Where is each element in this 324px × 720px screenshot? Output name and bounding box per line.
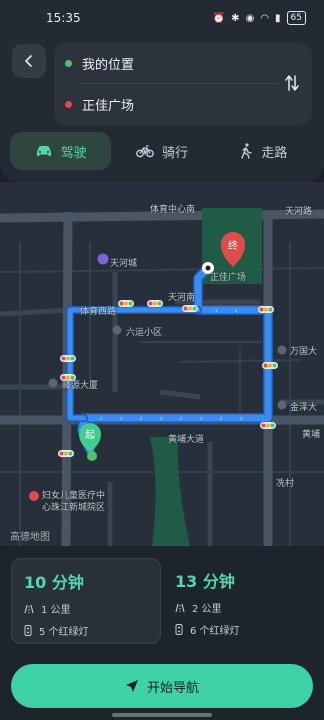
route-traffic-lights: 5 个红绿灯	[39, 627, 89, 638]
map-label: 天河南	[168, 293, 196, 303]
map-label: 六运小区	[126, 328, 163, 338]
car-icon	[36, 146, 51, 156]
navigation-arrow-icon	[125, 680, 138, 692]
back-button[interactable]	[12, 44, 46, 78]
route-distance-row: 1 公里	[24, 601, 71, 616]
route-options-sheet: 10 分钟 1 公里 5 个红绿灯 13 分钟 2 公里 6 个红绿灯 开始导航	[0, 546, 324, 720]
battery-indicator: 65	[286, 11, 306, 25]
tab-walk[interactable]: 走路	[213, 132, 314, 170]
route-lights-row: 6 个红绿灯	[175, 622, 240, 637]
svg-text:›: ›	[200, 415, 203, 423]
route-duration: 10 分钟	[24, 573, 84, 592]
tab-bicycle-label: 骑行	[161, 145, 188, 161]
walking-icon	[241, 143, 253, 159]
status-icons: ⏰ ✱ ◉ ◠ ▮ 65	[213, 11, 306, 25]
end-marker-label: 终	[228, 239, 238, 252]
building-poi-icon	[277, 400, 287, 410]
route-lights-row: 5 个红绿灯	[24, 623, 89, 638]
origin-field[interactable]: 我的位置	[54, 43, 274, 83]
road-icon	[24, 604, 34, 613]
map-label: 正佳广场	[210, 273, 247, 283]
svg-text:›: ›	[160, 415, 163, 423]
alarm-icon: ⏰	[212, 12, 226, 24]
tab-walk-label: 走路	[261, 145, 288, 161]
home-indicator[interactable]	[112, 713, 212, 717]
destination-field[interactable]: 正佳广场	[54, 84, 274, 124]
chevron-left-icon	[25, 55, 32, 67]
origin-text: 我的位置	[82, 57, 135, 73]
mall-poi-icon	[97, 253, 109, 265]
svg-text:›: ›	[220, 415, 223, 423]
route-option-card[interactable]: 13 分钟 2 公里 6 个红绿灯	[163, 558, 313, 644]
route-box: 我的位置 正佳广场	[54, 43, 312, 125]
route-distance-row: 2 公里	[175, 600, 222, 615]
tab-drive[interactable]: 驾驶	[10, 132, 112, 170]
route-duration: 13 分钟	[175, 572, 235, 591]
residential-poi-icon	[112, 325, 122, 335]
map-label: 峰源大厦	[62, 381, 99, 391]
svg-text:›: ›	[140, 415, 143, 423]
svg-text:›: ›	[240, 415, 243, 423]
status-time: 15:35	[46, 11, 81, 25]
signal-icon: ▮	[275, 12, 281, 24]
map-label: 天河路	[285, 207, 313, 217]
map-label: 冼村	[276, 479, 295, 489]
map-label: 体育西路	[80, 307, 117, 317]
route-input-panel: 我的位置 正佳广场 驾驶 骑行 走路	[0, 36, 324, 182]
bluetooth-icon: ✱	[231, 12, 240, 24]
map-label: 体育中心南	[150, 205, 196, 215]
travel-mode-tabs: 驾驶 骑行 走路	[10, 132, 314, 170]
start-navigation-button[interactable]: 开始导航	[11, 664, 313, 708]
route-traffic-lights: 6 个红绿灯	[190, 626, 240, 637]
road-icon	[175, 603, 185, 612]
map-label: 天河城	[110, 259, 138, 269]
location-icon: ◉	[245, 12, 255, 24]
tab-bicycle[interactable]: 骑行	[111, 132, 212, 170]
start-marker-label: 起	[85, 429, 95, 441]
green-strip	[150, 437, 190, 546]
hospital-poi-icon	[29, 491, 39, 501]
svg-text:›: ›	[100, 415, 103, 423]
map-label: 黄埔大道	[168, 435, 205, 445]
bicycle-icon	[136, 145, 154, 158]
map-view[interactable]: › › › › › › › › ‹ ‹ 终 起 体育中心南 天河路 天河城 体育…	[0, 182, 324, 546]
svg-text:‹: ‹	[215, 307, 218, 315]
destination-dot-icon	[65, 100, 72, 108]
status-bar: 15:35 ⏰ ✱ ◉ ◠ ▮ 65	[0, 0, 324, 36]
map-label: 金泽大	[290, 403, 318, 413]
route-distance: 1 公里	[41, 605, 71, 616]
origin-dot-icon	[65, 59, 72, 67]
start-pin: 起	[79, 422, 102, 461]
building-poi-icon	[277, 345, 287, 355]
swap-icon	[285, 75, 299, 91]
tab-drive-label: 驾驶	[60, 145, 87, 161]
map-brand-logo: 高德地图	[10, 532, 50, 543]
svg-text:›: ›	[180, 415, 183, 423]
route-distance: 2 公里	[192, 604, 222, 615]
svg-text:‹: ‹	[235, 307, 238, 315]
traffic-light-icon	[24, 625, 32, 636]
route-arrows: › › › › › › › › ‹ ‹	[100, 307, 243, 423]
map-label: 万国大	[290, 347, 318, 357]
building-poi-icon	[48, 378, 58, 388]
swap-button[interactable]	[280, 70, 304, 96]
map-label: 黄埔	[302, 430, 321, 440]
wifi-icon: ◠	[260, 12, 270, 24]
start-navigation-label: 开始导航	[146, 680, 199, 696]
route-option-card[interactable]: 10 分钟 1 公里 5 个红绿灯	[11, 558, 161, 644]
traffic-light-icon	[175, 624, 183, 635]
svg-text:›: ›	[120, 415, 123, 423]
destination-text: 正佳广场	[82, 98, 135, 114]
map-label: 心珠江新城院区	[42, 503, 106, 513]
